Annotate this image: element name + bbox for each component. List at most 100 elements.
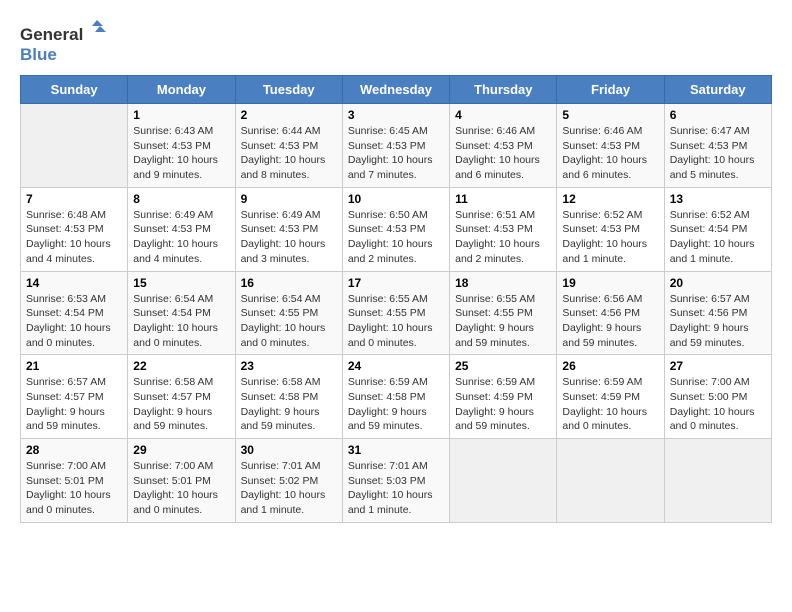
day-number: 31: [348, 443, 444, 457]
week-row-2: 7 Sunrise: 6:48 AMSunset: 4:53 PMDaylight…: [21, 187, 772, 271]
days-of-week-row: SundayMondayTuesdayWednesdayThursdayFrid…: [21, 76, 772, 104]
calendar-cell: [450, 439, 557, 523]
day-number: 13: [670, 192, 766, 206]
day-number: 22: [133, 359, 229, 373]
calendar-cell: 28 Sunrise: 7:00 AMSunset: 5:01 PMDayligh…: [21, 439, 128, 523]
dow-header-saturday: Saturday: [664, 76, 771, 104]
day-info: Sunrise: 6:54 AMSunset: 4:55 PMDaylight:…: [241, 292, 337, 351]
calendar-cell: 4 Sunrise: 6:46 AMSunset: 4:53 PMDaylight…: [450, 104, 557, 188]
day-info: Sunrise: 6:59 AMSunset: 4:59 PMDaylight:…: [562, 375, 658, 434]
calendar-cell: 27 Sunrise: 7:00 AMSunset: 5:00 PMDayligh…: [664, 355, 771, 439]
day-info: Sunrise: 7:00 AMSunset: 5:01 PMDaylight:…: [133, 459, 229, 518]
page-header: General Blue: [20, 20, 772, 65]
day-info: Sunrise: 6:56 AMSunset: 4:56 PMDaylight:…: [562, 292, 658, 351]
day-info: Sunrise: 6:43 AMSunset: 4:53 PMDaylight:…: [133, 124, 229, 183]
calendar-cell: 23 Sunrise: 6:58 AMSunset: 4:58 PMDayligh…: [235, 355, 342, 439]
day-number: 11: [455, 192, 551, 206]
logo-svg: General Blue: [20, 20, 110, 65]
calendar-cell: 7 Sunrise: 6:48 AMSunset: 4:53 PMDaylight…: [21, 187, 128, 271]
calendar-cell: 9 Sunrise: 6:49 AMSunset: 4:53 PMDaylight…: [235, 187, 342, 271]
svg-text:Blue: Blue: [20, 45, 57, 64]
calendar-cell: 10Sunrise: 6:50 AMSunset: 4:53 PMDayligh…: [342, 187, 449, 271]
calendar-cell: 30 Sunrise: 7:01 AMSunset: 5:02 PMDayligh…: [235, 439, 342, 523]
day-info: Sunrise: 6:49 AMSunset: 4:53 PMDaylight:…: [241, 208, 337, 267]
day-number: 16: [241, 276, 337, 290]
day-info: Sunrise: 7:01 AMSunset: 5:02 PMDaylight:…: [241, 459, 337, 518]
day-number: 17: [348, 276, 444, 290]
week-row-4: 21Sunrise: 6:57 AMSunset: 4:57 PMDayligh…: [21, 355, 772, 439]
day-number: 29: [133, 443, 229, 457]
day-number: 9: [241, 192, 337, 206]
calendar-cell: 11 Sunrise: 6:51 AMSunset: 4:53 PMDayligh…: [450, 187, 557, 271]
calendar-cell: 15 Sunrise: 6:54 AMSunset: 4:54 PMDayligh…: [128, 271, 235, 355]
day-info: Sunrise: 6:59 AMSunset: 4:58 PMDaylight:…: [348, 375, 444, 434]
day-number: 8: [133, 192, 229, 206]
calendar-cell: 25 Sunrise: 6:59 AMSunset: 4:59 PMDayligh…: [450, 355, 557, 439]
day-number: 24: [348, 359, 444, 373]
calendar-cell: 17 Sunrise: 6:55 AMSunset: 4:55 PMDayligh…: [342, 271, 449, 355]
dow-header-monday: Monday: [128, 76, 235, 104]
calendar-cell: 12 Sunrise: 6:52 AMSunset: 4:53 PMDayligh…: [557, 187, 664, 271]
svg-text:General: General: [20, 25, 83, 44]
day-info: Sunrise: 6:45 AMSunset: 4:53 PMDaylight:…: [348, 124, 444, 183]
calendar-cell: 14Sunrise: 6:53 AMSunset: 4:54 PMDayligh…: [21, 271, 128, 355]
calendar-cell: 22 Sunrise: 6:58 AMSunset: 4:57 PMDayligh…: [128, 355, 235, 439]
calendar-cell: [557, 439, 664, 523]
calendar-cell: [21, 104, 128, 188]
calendar-cell: 8 Sunrise: 6:49 AMSunset: 4:53 PMDaylight…: [128, 187, 235, 271]
day-info: Sunrise: 6:52 AMSunset: 4:54 PMDaylight:…: [670, 208, 766, 267]
calendar-body: 1 Sunrise: 6:43 AMSunset: 4:53 PMDaylight…: [21, 104, 772, 523]
day-number: 12: [562, 192, 658, 206]
day-info: Sunrise: 6:55 AMSunset: 4:55 PMDaylight:…: [348, 292, 444, 351]
dow-header-thursday: Thursday: [450, 76, 557, 104]
day-info: Sunrise: 6:49 AMSunset: 4:53 PMDaylight:…: [133, 208, 229, 267]
day-number: 25: [455, 359, 551, 373]
day-info: Sunrise: 6:58 AMSunset: 4:57 PMDaylight:…: [133, 375, 229, 434]
calendar-table: SundayMondayTuesdayWednesdayThursdayFrid…: [20, 75, 772, 523]
dow-header-sunday: Sunday: [21, 76, 128, 104]
day-number: 2: [241, 108, 337, 122]
day-info: Sunrise: 6:44 AMSunset: 4:53 PMDaylight:…: [241, 124, 337, 183]
day-info: Sunrise: 6:48 AMSunset: 4:53 PMDaylight:…: [26, 208, 122, 267]
day-number: 7: [26, 192, 122, 206]
calendar-cell: 18 Sunrise: 6:55 AMSunset: 4:55 PMDayligh…: [450, 271, 557, 355]
day-info: Sunrise: 6:46 AMSunset: 4:53 PMDaylight:…: [455, 124, 551, 183]
day-number: 5: [562, 108, 658, 122]
day-number: 23: [241, 359, 337, 373]
day-number: 21: [26, 359, 122, 373]
day-number: 1: [133, 108, 229, 122]
day-info: Sunrise: 6:46 AMSunset: 4:53 PMDaylight:…: [562, 124, 658, 183]
day-number: 18: [455, 276, 551, 290]
day-info: Sunrise: 6:50 AMSunset: 4:53 PMDaylight:…: [348, 208, 444, 267]
day-info: Sunrise: 7:00 AMSunset: 5:00 PMDaylight:…: [670, 375, 766, 434]
day-number: 3: [348, 108, 444, 122]
calendar-cell: 2 Sunrise: 6:44 AMSunset: 4:53 PMDaylight…: [235, 104, 342, 188]
day-info: Sunrise: 6:53 AMSunset: 4:54 PMDaylight:…: [26, 292, 122, 351]
calendar-cell: 26 Sunrise: 6:59 AMSunset: 4:59 PMDayligh…: [557, 355, 664, 439]
day-number: 28: [26, 443, 122, 457]
calendar-cell: [664, 439, 771, 523]
day-info: Sunrise: 6:57 AMSunset: 4:56 PMDaylight:…: [670, 292, 766, 351]
day-info: Sunrise: 6:55 AMSunset: 4:55 PMDaylight:…: [455, 292, 551, 351]
calendar-cell: 13 Sunrise: 6:52 AMSunset: 4:54 PMDayligh…: [664, 187, 771, 271]
day-number: 4: [455, 108, 551, 122]
dow-header-wednesday: Wednesday: [342, 76, 449, 104]
day-info: Sunrise: 7:00 AMSunset: 5:01 PMDaylight:…: [26, 459, 122, 518]
day-info: Sunrise: 6:59 AMSunset: 4:59 PMDaylight:…: [455, 375, 551, 434]
day-info: Sunrise: 6:54 AMSunset: 4:54 PMDaylight:…: [133, 292, 229, 351]
calendar-cell: 3 Sunrise: 6:45 AMSunset: 4:53 PMDaylight…: [342, 104, 449, 188]
day-number: 30: [241, 443, 337, 457]
day-number: 27: [670, 359, 766, 373]
week-row-5: 28 Sunrise: 7:00 AMSunset: 5:01 PMDayligh…: [21, 439, 772, 523]
day-info: Sunrise: 6:51 AMSunset: 4:53 PMDaylight:…: [455, 208, 551, 267]
day-info: Sunrise: 6:58 AMSunset: 4:58 PMDaylight:…: [241, 375, 337, 434]
day-number: 20: [670, 276, 766, 290]
day-info: Sunrise: 7:01 AMSunset: 5:03 PMDaylight:…: [348, 459, 444, 518]
calendar-cell: 24 Sunrise: 6:59 AMSunset: 4:58 PMDayligh…: [342, 355, 449, 439]
day-number: 15: [133, 276, 229, 290]
dow-header-friday: Friday: [557, 76, 664, 104]
day-info: Sunrise: 6:52 AMSunset: 4:53 PMDaylight:…: [562, 208, 658, 267]
day-number: 19: [562, 276, 658, 290]
day-number: 26: [562, 359, 658, 373]
week-row-1: 1 Sunrise: 6:43 AMSunset: 4:53 PMDaylight…: [21, 104, 772, 188]
